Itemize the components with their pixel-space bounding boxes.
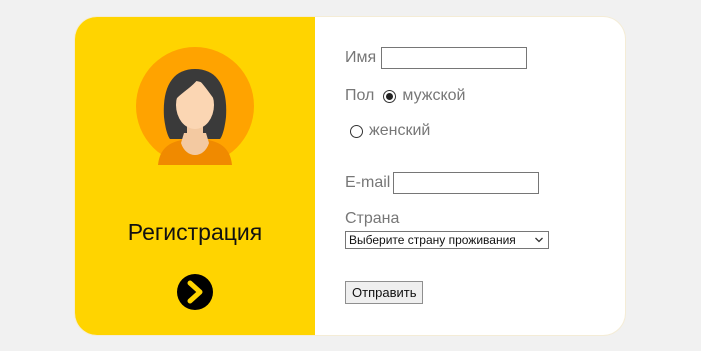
gender-male-radio[interactable]: [383, 89, 397, 103]
gender-female-radio[interactable]: [350, 124, 363, 138]
country-select[interactable]: Выберите страну проживания: [345, 231, 549, 249]
gender-female-label: женский: [369, 122, 431, 139]
email-row: E-mail: [345, 172, 540, 194]
submit-row: Отправить: [345, 281, 424, 304]
user-avatar-female-icon: [136, 47, 254, 165]
registration-title: Регистрация: [127, 219, 263, 245]
chevron-right-circle-icon[interactable]: [177, 274, 213, 310]
gender-label: Пол: [345, 87, 375, 104]
name-row: Имя: [345, 47, 528, 69]
country-select-value: Выберите страну проживания: [349, 233, 516, 247]
email-label: E-mail: [345, 174, 391, 191]
country-row: Выберите страну проживания: [345, 231, 549, 249]
registration-panel: Регистрация: [75, 17, 315, 335]
email-input[interactable]: [393, 172, 540, 194]
registration-form: Имя Пол мужской женский E-mail Страна Вы…: [345, 17, 625, 335]
country-label-row: Страна: [345, 210, 399, 228]
name-label: Имя: [345, 49, 377, 66]
gender-row: Пол мужской: [345, 87, 465, 105]
submit-button[interactable]: Отправить: [345, 281, 424, 304]
name-input[interactable]: [381, 47, 528, 69]
gender-male-label: мужской: [402, 87, 466, 104]
country-label: Страна: [345, 210, 400, 227]
registration-card: Регистрация Имя Пол мужской женский E-ma…: [75, 17, 625, 335]
gender-female-row: женский: [350, 122, 430, 140]
chevron-down-icon: [535, 237, 543, 243]
